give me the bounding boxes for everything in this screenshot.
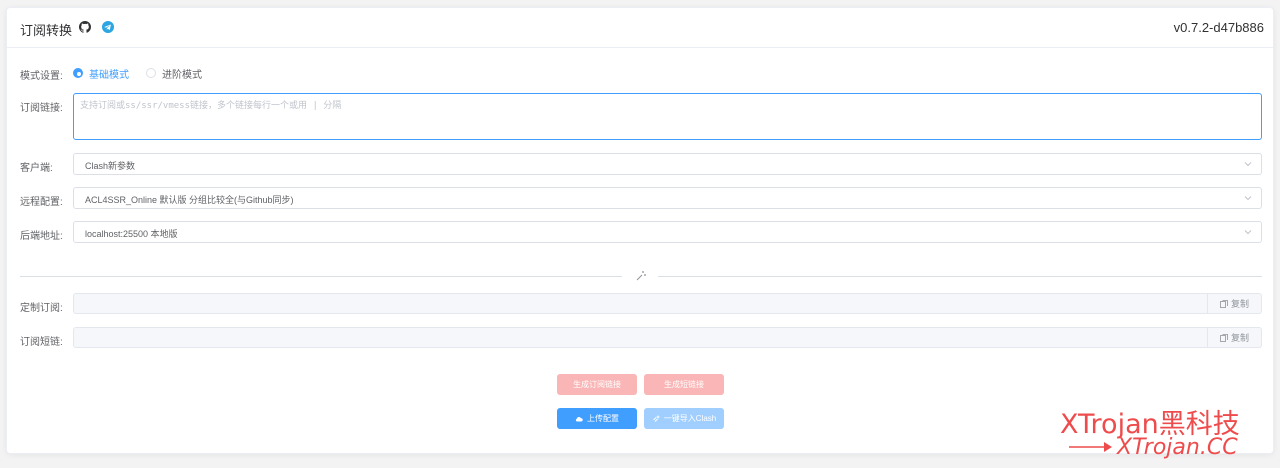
copy-icon <box>1220 333 1228 342</box>
radio-dot <box>73 68 83 78</box>
remote-config-select[interactable]: ACL4SSR_Online 默认版 分组比较全(与Github同步) <box>73 187 1262 209</box>
generate-sub-button[interactable]: 生成订阅链接 <box>557 374 637 395</box>
copy-short-link-button[interactable]: 复制 <box>1208 327 1262 348</box>
page-title: 订阅转换 <box>20 23 73 38</box>
divider-left <box>20 276 622 277</box>
generate-short-link-button[interactable]: 生成短链接 <box>644 374 724 395</box>
backend-select-value: localhost:25500 本地版 <box>85 229 178 239</box>
copy-short-link-label: 复制 <box>1230 333 1249 343</box>
subscription-label: 订阅链接: <box>20 103 63 114</box>
chevron-down-icon <box>1244 162 1252 167</box>
subscription-textarea[interactable] <box>73 93 1262 140</box>
chevron-down-icon <box>1244 196 1252 201</box>
mode-label: 模式设置: <box>20 71 63 82</box>
backend-select[interactable]: localhost:25500 本地版 <box>73 221 1262 243</box>
radio-advanced-mode[interactable]: 进阶模式 <box>146 66 202 81</box>
upload-cloud-icon <box>575 416 583 421</box>
custom-sub-label: 定制订阅: <box>20 303 63 314</box>
copy-custom-sub-label: 复制 <box>1230 299 1249 309</box>
remote-config-label: 远程配置: <box>20 197 63 208</box>
main-card: 订阅转换 v0.7.2-d47b886 模式设置: 基础模式 进阶模式 订阅链接… <box>6 7 1274 454</box>
client-select[interactable]: Clash新参数 <box>73 153 1262 175</box>
upload-config-button[interactable]: 上传配置 <box>557 408 637 429</box>
radio-basic-mode[interactable]: 基础模式 <box>73 66 129 81</box>
copy-icon <box>1220 299 1228 308</box>
magic-stick-icon <box>636 271 646 281</box>
short-link-input[interactable] <box>73 327 1208 348</box>
watermark-url: XTrojan.CC <box>1117 435 1238 460</box>
radio-basic-label: 基础模式 <box>89 69 129 81</box>
generate-sub-label: 生成订阅链接 <box>573 380 621 389</box>
backend-label: 后端地址: <box>20 231 63 242</box>
divider-right <box>658 276 1262 277</box>
radio-dot <box>146 68 156 78</box>
radio-advanced-label: 进阶模式 <box>162 69 202 81</box>
github-icon[interactable] <box>79 21 91 33</box>
telegram-icon[interactable] <box>102 21 114 33</box>
copy-custom-sub-button[interactable]: 复制 <box>1208 293 1262 314</box>
import-clash-button[interactable]: 一键导入Clash <box>644 408 724 429</box>
import-clash-label: 一键导入Clash <box>663 414 717 423</box>
upload-config-label: 上传配置 <box>587 414 619 423</box>
client-label: 客户端: <box>20 163 53 174</box>
connection-icon <box>652 415 660 422</box>
version-label: v0.7.2-d47b886 <box>1173 20 1264 35</box>
remote-config-select-value: ACL4SSR_Online 默认版 分组比较全(与Github同步) <box>85 195 294 205</box>
custom-sub-input[interactable] <box>73 293 1208 314</box>
card-header: 订阅转换 v0.7.2-d47b886 <box>7 8 1273 48</box>
watermark-arrow-icon <box>1069 442 1112 452</box>
client-select-value: Clash新参数 <box>85 161 136 171</box>
short-link-label: 订阅短链: <box>20 337 63 348</box>
chevron-down-icon <box>1244 230 1252 235</box>
generate-short-label: 生成短链接 <box>664 380 704 389</box>
